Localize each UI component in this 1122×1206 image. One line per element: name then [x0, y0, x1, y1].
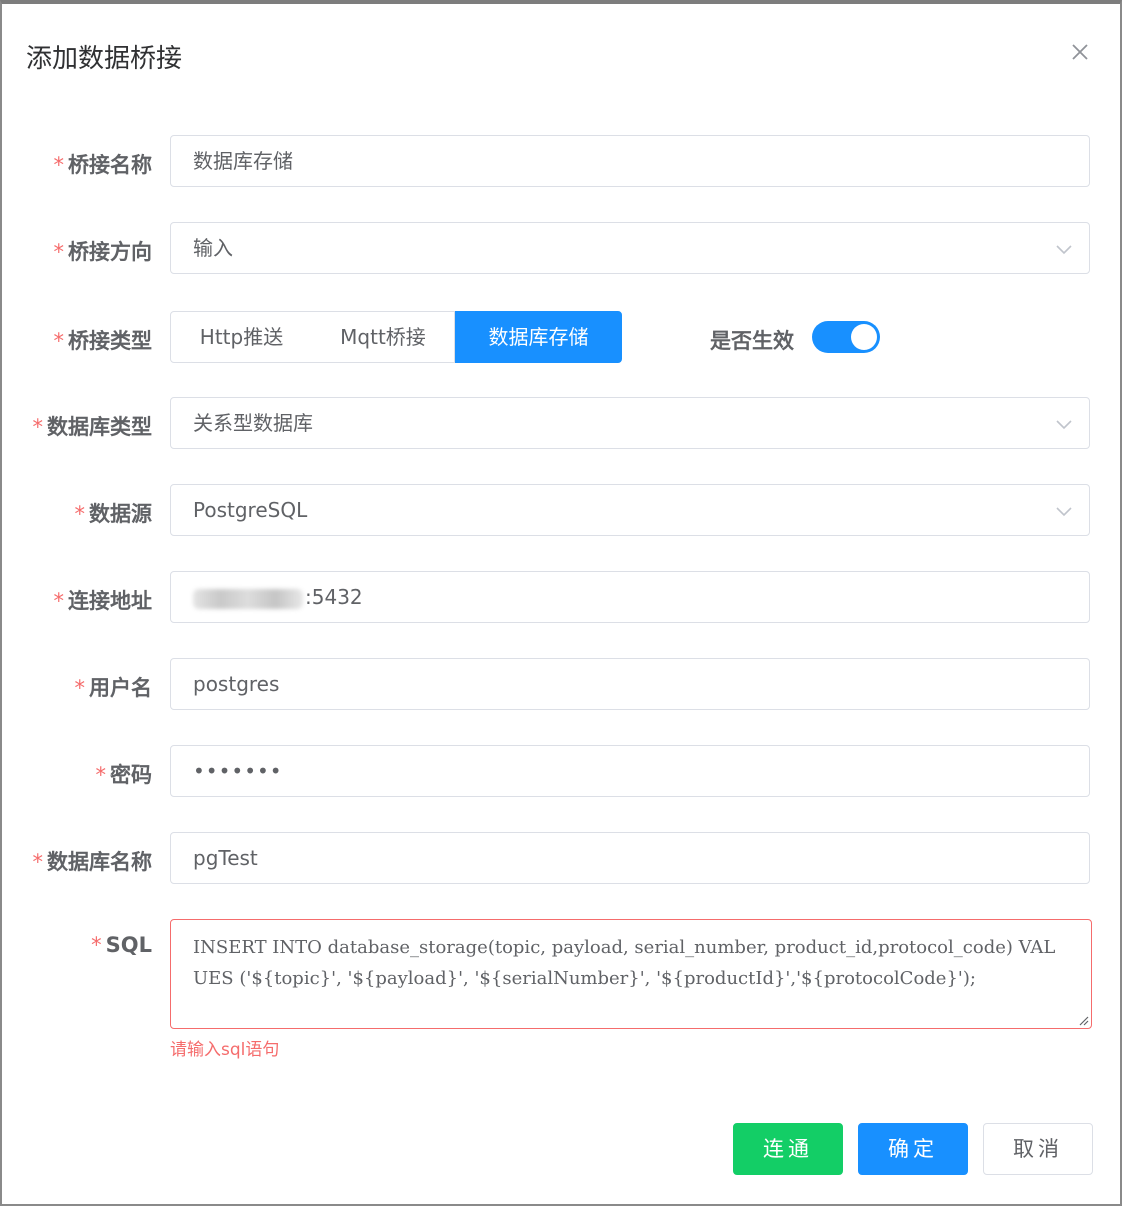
username-label: * 用户名: [74, 676, 153, 700]
enabled-toggle[interactable]: [812, 321, 880, 353]
password-label: * 密码: [95, 763, 153, 787]
dialog-title: 添加数据桥接: [26, 44, 183, 74]
bridge-name-label: * 桥接名称: [53, 153, 153, 177]
chevron-down-icon: [1056, 245, 1072, 255]
db-type-select[interactable]: 关系型数据库: [170, 397, 1090, 449]
bridge-direction-value: 输入: [193, 236, 233, 260]
sql-textarea[interactable]: INSERT INTO database_storage(topic, payl…: [170, 919, 1092, 1029]
data-source-label: * 数据源: [74, 502, 153, 526]
password-row: * 密码 •••••••: [2, 745, 1120, 799]
bridge-type-http-button[interactable]: Http推送: [170, 311, 313, 363]
bridge-name-row: * 桥接名称 数据库存储: [2, 135, 1120, 189]
bridge-direction-select[interactable]: 输入: [170, 222, 1090, 274]
connection-address-row: * 连接地址 :5432: [2, 571, 1120, 625]
data-source-select[interactable]: PostgreSQL: [170, 484, 1090, 536]
db-name-input[interactable]: pgTest: [170, 832, 1090, 884]
toggle-knob: [851, 324, 877, 350]
redacted-ip-blur: [193, 588, 303, 609]
chevron-down-icon: [1056, 420, 1072, 430]
bridge-direction-row: * 桥接方向 输入: [2, 222, 1120, 276]
db-type-label: * 数据库类型: [32, 415, 153, 439]
bridge-type-database-button[interactable]: 数据库存储: [455, 311, 622, 363]
bridge-type-label: * 桥接类型: [53, 329, 153, 353]
chevron-down-icon: [1056, 507, 1072, 517]
close-icon[interactable]: [1068, 40, 1092, 64]
db-type-row: * 数据库类型 关系型数据库: [2, 397, 1120, 451]
connection-address-input[interactable]: :5432: [170, 571, 1090, 623]
bridge-name-input[interactable]: 数据库存储: [170, 135, 1090, 187]
enabled-label: 是否生效: [710, 329, 794, 353]
data-source-value: PostgreSQL: [193, 498, 308, 522]
bridge-type-row: * 桥接类型 Http推送 Mqtt桥接 数据库存储 是否生效: [2, 311, 1120, 365]
sql-label: * SQL: [91, 933, 152, 957]
username-input[interactable]: postgres: [170, 658, 1090, 710]
db-type-value: 关系型数据库: [193, 411, 313, 435]
cancel-button[interactable]: 取消: [983, 1123, 1093, 1175]
password-input[interactable]: •••••••: [170, 745, 1090, 797]
sql-text: INSERT INTO database_storage(topic, payl…: [193, 937, 1056, 989]
sql-error-message: 请输入sql语句: [170, 1040, 280, 1060]
username-row: * 用户名 postgres: [2, 658, 1120, 712]
connect-button[interactable]: 连通: [733, 1123, 843, 1175]
resize-handle-icon[interactable]: [1077, 1014, 1089, 1026]
db-name-label: * 数据库名称: [32, 850, 153, 874]
add-data-bridge-dialog: 添加数据桥接 * 桥接名称 数据库存储 * 桥接方向 输入 * 桥接类型 Http推送…: [0, 0, 1122, 1206]
connection-address-label: * 连接地址: [53, 589, 153, 613]
data-source-row: * 数据源 PostgreSQL: [2, 484, 1120, 538]
db-name-row: * 数据库名称 pgTest: [2, 832, 1120, 886]
bridge-type-mqtt-button[interactable]: Mqtt桥接: [312, 311, 455, 363]
confirm-button[interactable]: 确定: [858, 1123, 968, 1175]
bridge-direction-label: * 桥接方向: [53, 240, 153, 264]
connection-port: :5432: [305, 585, 363, 609]
